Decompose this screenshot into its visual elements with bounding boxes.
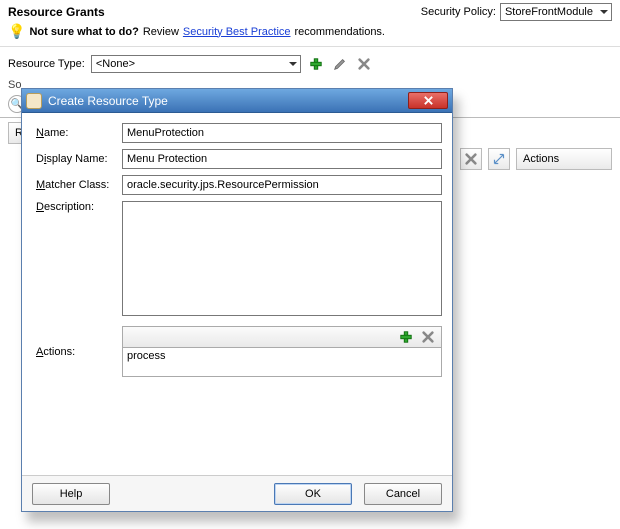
create-resource-type-dialog: Create Resource Type Name: Display Name:… (21, 88, 453, 512)
dialog-close-button[interactable] (408, 92, 448, 109)
lightbulb-icon: 💡 (8, 23, 25, 40)
security-policy: Security Policy: StoreFrontModule (421, 3, 612, 21)
add-resource-type-button[interactable] (307, 55, 325, 73)
hint-bold: Not sure what to do? (29, 26, 138, 38)
hint-post: recommendations. (295, 26, 386, 38)
security-policy-value: StoreFrontModule (505, 6, 593, 18)
description-field[interactable] (122, 201, 442, 316)
help-button[interactable]: Help (32, 483, 110, 505)
delete-action-button[interactable] (419, 328, 437, 346)
dialog-titlebar[interactable]: Create Resource Type (22, 89, 452, 113)
actions-list[interactable]: process (122, 348, 442, 377)
strip-prefix: So (8, 79, 21, 91)
resource-type-combo[interactable]: <None> (91, 55, 301, 73)
resource-type-value: <None> (96, 58, 135, 70)
dialog-app-icon (26, 93, 42, 109)
delete-resource-type-button[interactable] (355, 55, 373, 73)
edit-resource-type-button[interactable] (331, 55, 349, 73)
delete-resource-button[interactable] (460, 148, 482, 170)
name-field[interactable] (122, 123, 442, 143)
description-label: Description: (36, 201, 116, 316)
name-label: Name: (36, 127, 116, 139)
table-header-right: Actions (460, 148, 612, 170)
add-action-button[interactable] (397, 328, 415, 346)
security-policy-combo[interactable]: StoreFrontModule (500, 3, 612, 21)
display-name-field[interactable] (122, 149, 442, 169)
col-actions: Actions (516, 148, 612, 170)
hint-pre: Review (143, 26, 179, 38)
best-practice-link[interactable]: Security Best Practice (183, 26, 291, 38)
dialog-title: Create Resource Type (48, 94, 168, 108)
matcher-class-label: Matcher Class: (36, 179, 116, 191)
actions-label: Actions: (36, 346, 116, 358)
page-header: Resource Grants Security Policy: StoreFr… (0, 0, 620, 21)
actions-toolbar (122, 326, 442, 348)
dialog-footer: Help OK Cancel (22, 475, 452, 511)
resource-type-row: Resource Type: <None> (0, 46, 620, 79)
cancel-button[interactable]: Cancel (364, 483, 442, 505)
dialog-body: Name: Display Name: Matcher Class: Descr… (22, 113, 452, 475)
matcher-class-field[interactable] (122, 175, 442, 195)
display-name-label: Display Name: (36, 153, 116, 165)
hint-row: 💡 Not sure what to do? Review Security B… (0, 21, 620, 46)
expand-icon[interactable] (488, 148, 510, 170)
resource-type-label: Resource Type: (8, 58, 85, 70)
ok-button[interactable]: OK (274, 483, 352, 505)
security-policy-label: Security Policy: (421, 6, 496, 18)
page-title: Resource Grants (8, 5, 105, 19)
